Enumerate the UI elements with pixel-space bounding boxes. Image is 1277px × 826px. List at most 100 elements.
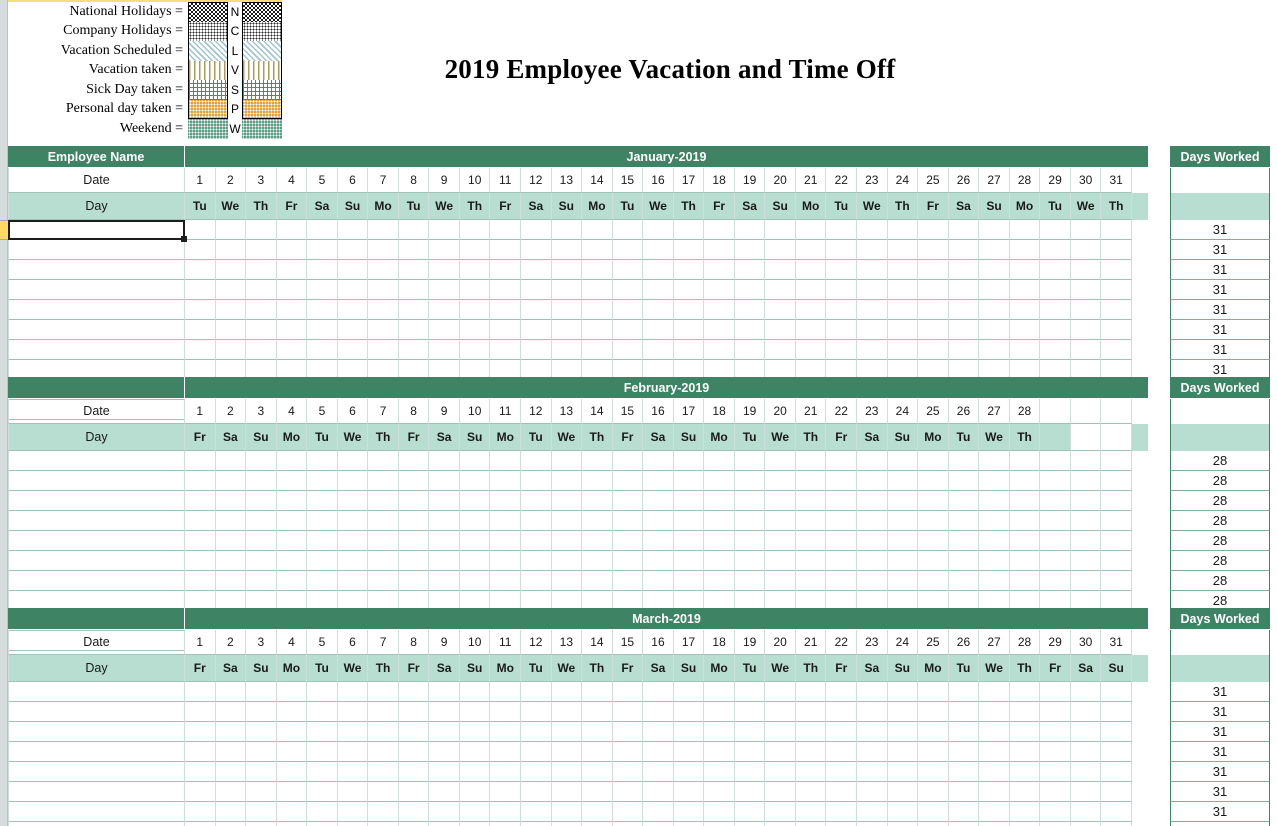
day-cell[interactable]: Fr [398,655,430,682]
day-cell[interactable]: Tu [612,193,644,220]
schedule-cell[interactable] [246,571,277,591]
schedule-cell[interactable] [429,722,460,742]
schedule-cell[interactable] [459,240,491,260]
schedule-cell[interactable] [307,702,338,722]
days-worked-cell[interactable]: 31 [1170,702,1270,722]
schedule-cell[interactable] [582,531,613,551]
day-cell[interactable]: Fr [612,424,644,451]
date-cell[interactable]: 27 [979,399,1010,424]
schedule-cell[interactable] [1040,762,1071,782]
schedule-cell[interactable] [612,742,644,762]
day-cell[interactable]: Sa [429,655,460,682]
date-cell[interactable]: 17 [673,630,705,655]
schedule-cell[interactable] [826,702,858,722]
schedule-cell[interactable] [398,320,430,340]
schedule-cell[interactable] [459,782,491,802]
schedule-cell[interactable] [918,682,949,702]
schedule-cell[interactable] [612,220,644,240]
schedule-cell[interactable] [398,571,430,591]
schedule-cell[interactable] [1070,802,1102,822]
schedule-cell[interactable] [582,782,613,802]
schedule-cell[interactable] [276,551,308,571]
days-worked-cell[interactable]: 31 [1170,782,1270,802]
date-cell[interactable]: 11 [490,399,522,424]
day-cell[interactable]: Su [459,655,491,682]
day-cell[interactable] [1070,424,1102,451]
date-cell[interactable]: 19 [734,399,766,424]
date-cell[interactable]: 5 [307,399,338,424]
schedule-cell[interactable] [1040,682,1071,702]
schedule-cell[interactable] [429,822,460,826]
schedule-cell[interactable] [490,802,522,822]
day-cell[interactable]: Sa [643,424,674,451]
day-cell[interactable]: Tu [734,424,766,451]
schedule-cell[interactable] [521,340,552,360]
schedule-cell[interactable] [307,280,338,300]
schedule-cell[interactable] [398,551,430,571]
schedule-cell[interactable] [734,531,766,551]
schedule-cell[interactable] [429,220,460,240]
date-cell[interactable]: 15 [612,630,644,655]
schedule-cell[interactable] [948,300,980,320]
schedule-cell[interactable] [704,340,735,360]
schedule-cell[interactable] [948,782,980,802]
day-cell[interactable]: We [551,424,583,451]
schedule-cell[interactable] [185,531,216,551]
schedule-cell[interactable] [857,471,888,491]
schedule-cell[interactable] [948,702,980,722]
schedule-cell[interactable] [643,511,674,531]
schedule-cell[interactable] [857,762,888,782]
schedule-cell[interactable] [307,782,338,802]
schedule-cell[interactable] [307,491,338,511]
date-cell[interactable]: 6 [337,168,369,193]
date-cell[interactable]: 25 [918,399,949,424]
days-worked-cell[interactable]: 28 [1170,531,1270,551]
day-cell[interactable]: Su [887,424,919,451]
schedule-cell[interactable] [551,531,583,551]
schedule-cell[interactable] [337,511,369,531]
schedule-cell[interactable] [979,340,1010,360]
schedule-cell[interactable] [887,551,919,571]
schedule-cell[interactable] [368,682,399,702]
schedule-cell[interactable] [490,531,522,551]
schedule-cell[interactable] [612,802,644,822]
schedule-cell[interactable] [612,511,644,531]
schedule-cell[interactable] [643,702,674,722]
schedule-cell[interactable] [795,340,827,360]
schedule-cell[interactable] [582,320,613,340]
date-cell[interactable]: 29 [1040,630,1071,655]
day-cell[interactable]: Tu [826,193,858,220]
schedule-cell[interactable] [765,802,796,822]
schedule-cell[interactable] [795,822,827,826]
schedule-cell[interactable] [765,240,796,260]
schedule-cell[interactable] [337,451,369,471]
schedule-cell[interactable] [612,762,644,782]
date-cell[interactable]: 3 [246,630,277,655]
schedule-cell[interactable] [521,300,552,320]
schedule-cell[interactable] [215,822,247,826]
schedule-cell[interactable] [459,802,491,822]
schedule-cell[interactable] [704,551,735,571]
date-cell[interactable]: 1 [185,168,216,193]
schedule-cell[interactable] [1009,802,1041,822]
schedule-cell[interactable] [765,571,796,591]
day-cell[interactable]: Th [1101,193,1132,220]
schedule-cell[interactable] [857,340,888,360]
schedule-cell[interactable] [551,471,583,491]
schedule-cell[interactable] [215,320,247,340]
selected-cell[interactable] [8,220,185,240]
schedule-cell[interactable] [337,722,369,742]
schedule-cell[interactable] [368,471,399,491]
day-cell[interactable] [1040,424,1071,451]
schedule-cell[interactable] [673,722,705,742]
day-cell[interactable]: Fr [276,193,308,220]
days-worked-cell[interactable]: 28 [1170,471,1270,491]
schedule-cell[interactable] [1009,260,1041,280]
day-cell[interactable]: Th [1009,655,1041,682]
schedule-cell[interactable] [337,682,369,702]
schedule-cell[interactable] [673,762,705,782]
schedule-cell[interactable] [734,571,766,591]
schedule-cell[interactable] [857,240,888,260]
schedule-cell[interactable] [215,451,247,471]
schedule-cell[interactable] [459,682,491,702]
